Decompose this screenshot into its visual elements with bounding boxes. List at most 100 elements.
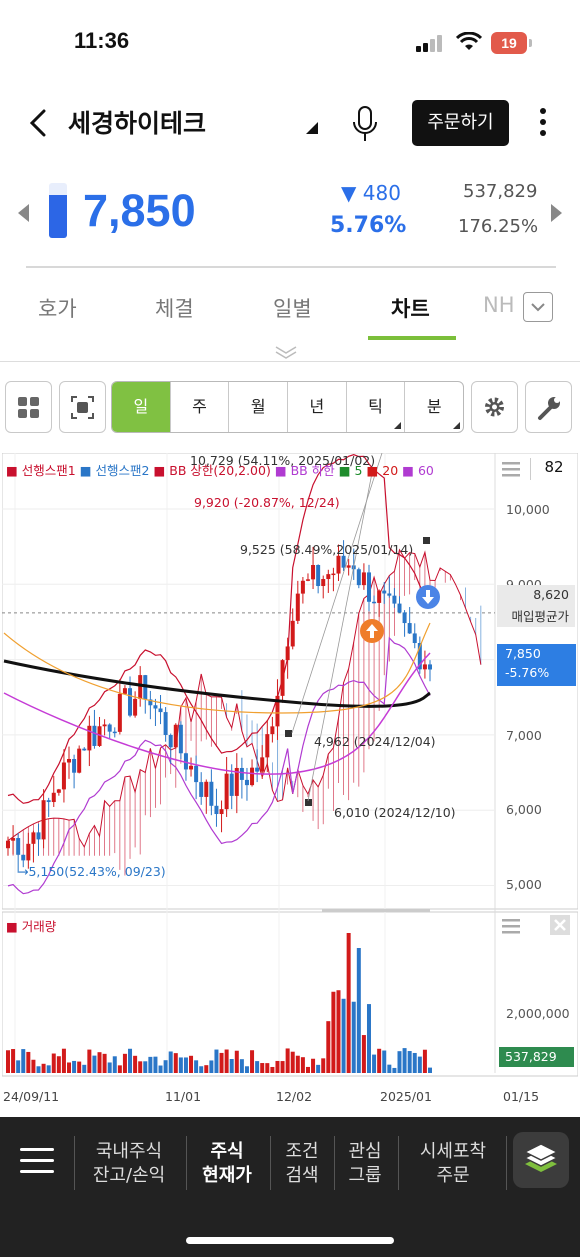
candle (366, 572, 371, 602)
volume-bar (107, 1062, 112, 1073)
collapse-chevron-icon[interactable] (272, 344, 300, 360)
price-change-percent: 5.76% (330, 213, 407, 238)
stock-name[interactable]: 세경하이테크 (68, 104, 206, 140)
volume-bar (189, 1055, 194, 1073)
candle (255, 767, 260, 772)
candle (422, 664, 427, 670)
mic-icon[interactable] (350, 105, 380, 143)
nav-label: 검색 (285, 1165, 319, 1186)
period-tick[interactable]: 틱 (347, 382, 406, 432)
nav-label: 그룹 (348, 1165, 382, 1186)
candle (229, 773, 234, 796)
candle (326, 574, 331, 580)
nav-current-price[interactable]: 주식 현재가 (194, 1140, 260, 1188)
volume-bar (219, 1052, 224, 1073)
x-label: 01/15 (503, 1089, 540, 1104)
close-panel-icon[interactable] (550, 915, 570, 935)
home-indicator (186, 1237, 394, 1244)
volume-bar (428, 1067, 432, 1073)
volume-bar (387, 1064, 392, 1073)
period-year[interactable]: 년 (288, 382, 347, 432)
tab-daily[interactable]: 일별 (273, 293, 312, 323)
nav-watchlist[interactable]: 관심 그룹 (341, 1140, 389, 1188)
period-day[interactable]: 일 (112, 382, 171, 432)
candle (56, 789, 61, 793)
candle (265, 734, 270, 758)
volume-menu-icon[interactable] (502, 917, 522, 935)
candle (122, 688, 127, 694)
price-level-fill (49, 195, 67, 238)
candle (194, 765, 199, 783)
fullscreen-button[interactable] (59, 381, 106, 433)
y-tick: 7,000 (506, 728, 542, 743)
volume-bar (6, 1050, 10, 1073)
candle (199, 782, 204, 797)
volume-bar (112, 1056, 117, 1073)
nav-label: 조건 (285, 1141, 319, 1162)
trade-volume: 537,829 (463, 181, 538, 202)
candle (311, 565, 316, 580)
volume-bar (311, 1058, 316, 1073)
prev-stock-icon[interactable] (18, 204, 29, 222)
tab-nh[interactable]: NH (483, 293, 515, 317)
y-tick: 5,000 (506, 877, 542, 892)
panel-count: 82 (530, 458, 577, 480)
volume-bar (244, 1066, 249, 1073)
volume-bar (178, 1057, 183, 1073)
volume-bar (366, 1004, 371, 1073)
tab-chart[interactable]: 차트 (391, 293, 430, 323)
tab-hoga[interactable]: 호가 (38, 293, 77, 323)
settings-button[interactable] (471, 381, 518, 433)
volume-bar (21, 1049, 26, 1073)
volume-bar (51, 1053, 56, 1073)
order-button[interactable]: 주문하기 (412, 100, 509, 146)
hamburger-menu-icon[interactable] (20, 1148, 54, 1174)
candle (377, 590, 382, 603)
nav-condition-search[interactable]: 조건 검색 (278, 1140, 326, 1188)
volume-bar (336, 990, 341, 1073)
current-price: 7,850 (83, 185, 196, 236)
tabs-more-chevron-icon[interactable] (523, 292, 553, 322)
period-minute[interactable]: 분 (405, 382, 463, 432)
volume-tick: 2,000,000 (506, 1006, 570, 1021)
candle (270, 726, 275, 735)
indicator-grid-button[interactable] (5, 381, 52, 433)
candle (117, 693, 122, 732)
period-month[interactable]: 월 (229, 382, 289, 432)
candle (321, 579, 326, 587)
candle (407, 623, 412, 634)
current-price-tag-pct: -5.76% (505, 665, 550, 680)
candle (138, 675, 143, 699)
stock-selector-caret-icon[interactable] (306, 122, 318, 134)
volume-bar (194, 1060, 199, 1073)
volume-bar (46, 1065, 51, 1073)
layers-icon (523, 1143, 559, 1172)
candle (224, 773, 229, 810)
divider (26, 266, 556, 268)
layers-button[interactable] (513, 1132, 569, 1188)
panel-menu-icon[interactable] (502, 460, 522, 478)
candle (387, 593, 392, 596)
volume-bar (422, 1049, 427, 1073)
tab-trades[interactable]: 체결 (155, 293, 194, 323)
volume-bar (72, 1060, 77, 1073)
x-label: 2025/01 (380, 1089, 432, 1104)
back-icon[interactable] (26, 108, 52, 138)
more-options-icon[interactable] (535, 108, 551, 140)
candle (382, 590, 387, 594)
candle (428, 664, 432, 670)
volume-bar (316, 1064, 321, 1073)
candle (92, 725, 97, 746)
period-week[interactable]: 주 (171, 382, 230, 432)
next-stock-icon[interactable] (551, 204, 562, 222)
candle (61, 762, 66, 790)
volume-tag: 537,829 (499, 1047, 574, 1067)
x-label: 24/09/11 (3, 1089, 60, 1104)
tools-button[interactable] (525, 381, 572, 433)
volume-bar (417, 1056, 422, 1073)
candle (11, 838, 16, 841)
nav-price-alert-order[interactable]: 시세포착 주문 (408, 1140, 498, 1188)
status-time: 11:36 (74, 28, 130, 53)
nav-domestic-balance[interactable]: 국내주식 잔고/손익 (86, 1140, 172, 1188)
volume-bar (300, 1057, 305, 1073)
